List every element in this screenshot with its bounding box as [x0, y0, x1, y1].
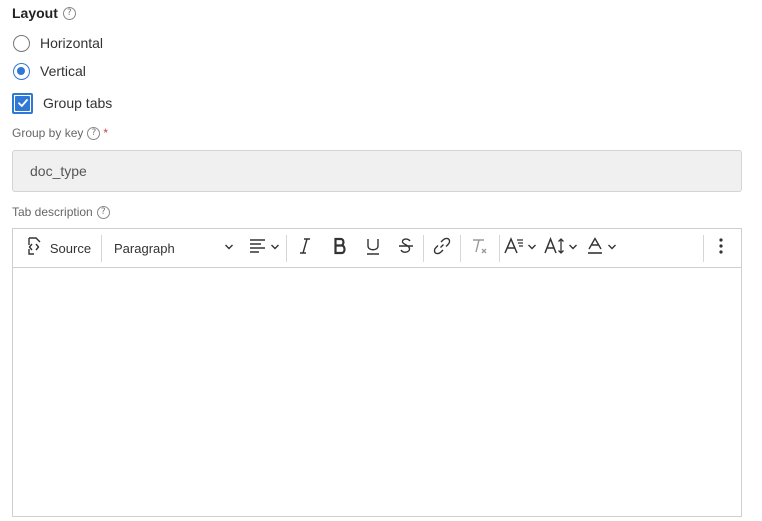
link-icon: [433, 237, 451, 260]
layout-title: Layout: [12, 5, 58, 21]
source-button[interactable]: Source: [13, 229, 101, 268]
tab-description-label: Tab description: [12, 205, 93, 219]
chevron-down-icon: [568, 239, 578, 257]
help-icon[interactable]: ?: [62, 6, 76, 20]
editor-content-area[interactable]: [13, 268, 741, 517]
font-family-icon: [503, 236, 524, 260]
radio-horizontal[interactable]: Horizontal: [13, 33, 103, 53]
chevron-down-icon: [527, 239, 537, 257]
bold-button[interactable]: [323, 229, 357, 268]
clear-format-icon: [471, 237, 489, 260]
rich-text-editor[interactable]: Source Paragraph: [12, 228, 742, 517]
source-label: Source: [49, 240, 92, 256]
chevron-down-icon: [270, 239, 280, 257]
group-by-key-label: Group by key: [12, 126, 84, 140]
strikethrough-icon: [398, 237, 414, 260]
font-size-dropdown[interactable]: [540, 229, 582, 268]
italic-icon: [297, 237, 313, 260]
radio-label-horizontal[interactable]: Horizontal: [40, 35, 103, 51]
underline-icon: [365, 237, 381, 260]
font-size-icon: [544, 236, 566, 260]
toolbar-separator: [703, 234, 704, 262]
paragraph-dropdown[interactable]: Paragraph: [102, 229, 242, 268]
strikethrough-button[interactable]: [389, 229, 423, 268]
group-by-key-input[interactable]: doc_type: [12, 150, 742, 192]
help-icon[interactable]: ?: [87, 126, 101, 140]
group-by-key-label-row: Group by key ? *: [12, 126, 108, 140]
italic-button[interactable]: [287, 229, 323, 268]
font-family-dropdown[interactable]: [500, 229, 540, 268]
editor-toolbar: Source Paragraph: [13, 229, 741, 268]
radio-vertical[interactable]: Vertical: [13, 61, 86, 81]
bold-icon: [332, 237, 348, 260]
paragraph-label: Paragraph: [114, 240, 175, 256]
chevron-down-icon: [224, 239, 234, 257]
layout-section-title: Layout ?: [12, 5, 76, 21]
align-icon: [249, 238, 267, 259]
radio-label-vertical[interactable]: Vertical: [40, 63, 86, 79]
group-tabs-checkbox-row[interactable]: Group tabs: [12, 92, 112, 114]
tab-description-label-row: Tab description ?: [12, 205, 110, 219]
group-tabs-label[interactable]: Group tabs: [43, 95, 112, 111]
source-icon: [25, 236, 45, 261]
more-button[interactable]: [709, 229, 733, 268]
clear-format-button[interactable]: [461, 229, 499, 268]
link-button[interactable]: [424, 229, 460, 268]
font-color-dropdown[interactable]: [582, 229, 622, 268]
align-dropdown[interactable]: [242, 229, 286, 268]
help-icon[interactable]: ?: [96, 205, 110, 219]
checkmark-icon: [15, 95, 30, 111]
more-vertical-icon: [719, 237, 723, 259]
group-by-key-value: doc_type: [30, 163, 87, 179]
radio-circle-unchecked[interactable]: [13, 34, 30, 52]
group-tabs-checkbox[interactable]: [12, 92, 33, 114]
chevron-down-icon: [607, 239, 617, 257]
required-marker: *: [103, 126, 109, 140]
font-color-icon: [587, 236, 603, 260]
radio-circle-checked[interactable]: [13, 62, 30, 80]
underline-button[interactable]: [357, 229, 389, 268]
